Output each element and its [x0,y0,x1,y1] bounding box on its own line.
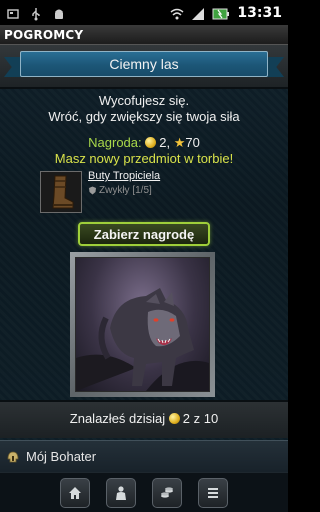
item-rarity: Zwykły [1/5] [88,185,152,196]
item-thumbnail[interactable] [40,171,82,213]
stone-header: Ciemny las [0,45,288,89]
rarity-shield-icon [89,186,96,195]
reward-line: Nagroda: 2, ★70 [0,134,288,151]
wolf-portrait [75,257,210,392]
item-rarity-text: Zwykły [1/5] [99,185,152,196]
nav-menu-button[interactable] [198,477,228,508]
location-banner: Ciemny las [4,51,284,79]
android-icon [52,6,66,20]
app-title-bar: POGROMCY [0,25,288,45]
app-title: POGROMCY [4,27,84,42]
found-today-bar: Znalazłeś dzisiaj 2 z 10 [0,400,288,438]
wifi-icon [170,6,184,20]
status-clock: 13:31 [237,4,282,21]
usb-icon [29,6,43,20]
menu-icon [208,487,218,498]
wolf-illustration [76,288,209,391]
result-line-1: Wycofujesz się. [98,93,190,108]
my-hero-bar[interactable]: Mój Bohater [0,440,288,472]
found-today-line: Znalazłeś dzisiaj 2 z 10 [0,411,288,426]
signal-icon [191,6,205,20]
star-icon: ★ [173,135,186,150]
nav-character-button[interactable] [106,477,136,508]
found-today-count: 2 z 10 [182,411,219,426]
helmet-icon [7,451,19,462]
coins-icon [161,486,173,498]
character-icon [116,485,126,500]
gold-coin-icon [145,137,157,148]
bottom-navigation [0,472,288,512]
claim-reward-label: Zabierz nagrodę [93,226,195,242]
item-name-link[interactable]: Buty Tropiciela [88,170,160,182]
reward-label: Nagroda: [88,135,142,150]
banner-plate: Ciemny las [20,51,268,77]
enemy-portrait-frame [70,252,215,397]
boots-icon [41,172,81,212]
claim-reward-button[interactable]: Zabierz nagrodę [78,222,210,246]
home-icon [69,486,81,499]
nav-home-button[interactable] [60,477,90,508]
expedition-result-panel: Ciemny las Wycofujesz się. Wróć, gdy zwi… [0,45,288,440]
gold-coin-icon [168,413,180,424]
reward-separator: , [166,135,171,150]
status-bar: 13:31 [0,0,288,25]
location-title: Ciemny las [109,56,179,72]
reward-xp: 70 [185,135,200,150]
found-today-label: Znalazłeś dzisiaj [69,411,166,426]
new-item-notice: Masz nowy przedmiot w torbie! [54,151,234,166]
nav-coins-button[interactable] [152,477,182,508]
battery-icon [212,6,230,20]
notification-icon [6,6,20,20]
my-hero-label: Mój Bohater [26,449,97,464]
result-line-2: Wróć, gdy zwiększy się twoja siła [48,109,240,124]
result-message: Wycofujesz się. Wróć, gdy zwiększy się t… [0,93,288,125]
